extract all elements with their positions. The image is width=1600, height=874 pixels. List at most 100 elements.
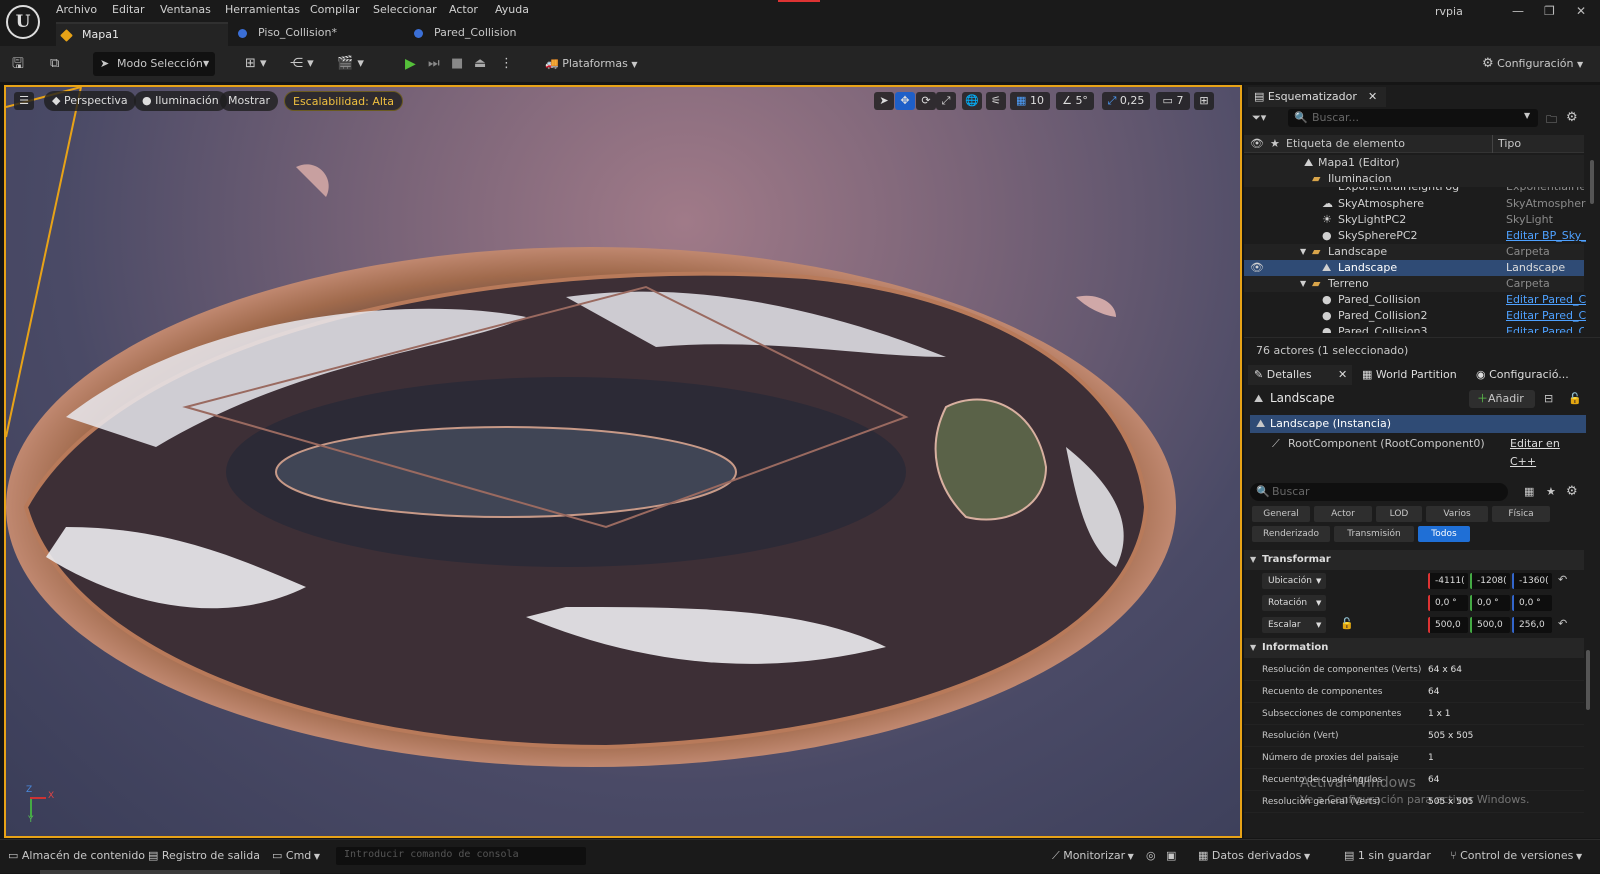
source-control-dropdown[interactable]: ⑂ Control de versiones ▼ [1450, 849, 1582, 862]
close-window-icon[interactable]: ✕ [1576, 4, 1586, 18]
viewport-layout-icon[interactable]: ⊞ [1194, 92, 1214, 110]
visibility-eye-icon[interactable]: 👁 [1250, 260, 1264, 276]
tab-pared-collision[interactable]: Pared_Collision [408, 22, 580, 46]
platforms-dropdown[interactable]: 🚚 Plataformas ▼ [545, 52, 637, 76]
outliner-search-input[interactable]: 🔍 Buscar... ▼ [1288, 109, 1538, 127]
information-section-header[interactable]: ▼ Information [1244, 638, 1584, 658]
cinematics-icon[interactable]: 🎬 ▾ [337, 52, 364, 76]
save-icon[interactable]: 🖫 [12, 52, 24, 76]
edit-cpp-link[interactable]: Editar en C++ [1510, 435, 1586, 471]
lock-icon[interactable]: 🔓 [1568, 392, 1582, 405]
level-viewport[interactable]: ☰ ◆ Perspectiva ● Iluminación Mostrar Es… [4, 85, 1242, 838]
scale-x-field[interactable]: 500,0 [1428, 617, 1468, 633]
details-scrollbar[interactable] [1586, 650, 1590, 710]
tree-type-link[interactable]: Editar Pared_Col [1506, 308, 1586, 324]
more-options-icon[interactable]: ⋮ [500, 52, 513, 76]
maximize-icon[interactable]: ❐ [1544, 4, 1555, 18]
outliner-scrollbar[interactable] [1590, 160, 1594, 204]
gear-icon[interactable]: ⚙ [1566, 110, 1578, 125]
close-tab-icon[interactable]: ✕ [1368, 87, 1377, 107]
menu-archivo[interactable]: Archivo [56, 3, 97, 16]
mode-select-dropdown[interactable]: ➤ Modo Selección ▼ [93, 52, 215, 76]
tree-type-link[interactable]: Editar Pared_Col [1506, 324, 1584, 333]
filter-fisica[interactable]: Física [1492, 506, 1550, 522]
world-space-icon[interactable]: 🌐 [962, 92, 982, 110]
location-y-field[interactable]: -1208( [1470, 573, 1510, 589]
tree-row-actor[interactable]: ● Pared_Collision Editar Pared_Col [1244, 292, 1586, 308]
rotation-y-field[interactable]: 0,0 ° [1470, 595, 1510, 611]
scale-tool-icon[interactable]: ⤢ [936, 92, 956, 110]
filter-lod[interactable]: LOD [1376, 506, 1422, 522]
content-browse-icon[interactable]: ⧉ [50, 52, 59, 76]
eject-icon[interactable]: ⏏ [474, 52, 486, 76]
expand-arrow-icon[interactable]: ▼ [1300, 276, 1306, 292]
cmd-dropdown[interactable]: ▭ Cmd ▼ [272, 849, 320, 862]
tree-row-actor[interactable]: ● Pared_Collision2 Editar Pared_Col [1244, 308, 1586, 324]
filter-actor[interactable]: Actor [1314, 506, 1372, 522]
scale-dropdown[interactable]: Escalar ▼ [1262, 617, 1326, 633]
menu-compilar[interactable]: Compilar [310, 3, 359, 16]
rotate-tool-icon[interactable]: ⟳ [916, 92, 936, 110]
minimize-icon[interactable]: — [1512, 4, 1524, 18]
tree-row-actor[interactable]: ● SkySpherePC2 Editar BP_Sky_S [1244, 228, 1586, 244]
menu-ayuda[interactable]: Ayuda [495, 3, 529, 16]
camera-speed-button[interactable]: ▭ 7 [1156, 92, 1190, 110]
tree-row-folder[interactable]: ▼ ▰ Terreno Carpeta [1244, 276, 1584, 292]
scalability-warning[interactable]: Escalabilidad: Alta [284, 91, 403, 111]
expand-arrow-icon[interactable]: ▼ [1300, 244, 1306, 260]
monitor-dropdown[interactable]: ⟋ Monitorizar ▼ [1052, 849, 1134, 863]
reset-icon[interactable]: ↶ [1558, 573, 1567, 586]
console-command-input[interactable]: Introducir comando de consola [336, 847, 586, 865]
filter-todos[interactable]: Todos [1418, 526, 1470, 542]
rotation-dropdown[interactable]: Rotación ▼ [1262, 595, 1326, 611]
tree-type-link[interactable]: Editar Pared_Col [1506, 292, 1586, 308]
translate-tool-icon[interactable]: ✥ [895, 92, 915, 110]
screenshot-icon[interactable]: ▣ [1166, 849, 1176, 862]
col-label-header[interactable]: Etiqueta de elemento [1286, 137, 1405, 150]
tree-type-link[interactable]: Editar BP_Sky_S [1506, 228, 1586, 244]
rotation-x-field[interactable]: 0,0 ° [1428, 595, 1468, 611]
stop-icon[interactable]: ■ [451, 52, 463, 76]
filter-renderizado[interactable]: Renderizado [1252, 526, 1330, 542]
settings-dropdown[interactable]: ⚙ Configuración ▼ [1482, 52, 1583, 76]
gear-icon[interactable]: ⚙ [1566, 484, 1578, 499]
reset-icon[interactable]: ↶ [1558, 617, 1567, 630]
output-log-button[interactable]: ▤ Registro de salida [148, 849, 260, 862]
tree-row-folder[interactable]: ▰ Iluminacion [1244, 171, 1584, 187]
grid-snap-toggle[interactable]: ▦ 10 [1010, 92, 1050, 110]
blueprint-menu-icon[interactable]: ⋲ ▾ [290, 52, 314, 76]
scale-z-field[interactable]: 256,0 [1512, 617, 1552, 633]
filter-transmision[interactable]: Transmisión [1334, 526, 1414, 542]
add-component-button[interactable]: ＋Añadir [1469, 390, 1535, 408]
tree-row-actor[interactable]: ☀ SkyLightPC2 SkyLight [1244, 212, 1584, 228]
tree-row-actor[interactable]: ☁ SkyAtmosphere SkyAtmosphere [1244, 196, 1586, 212]
root-component-row[interactable]: ⟋ RootComponent (RootComponent0) Editar … [1250, 435, 1586, 468]
rotation-z-field[interactable]: 0,0 ° [1512, 595, 1552, 611]
select-tool-icon[interactable]: ➤ [874, 92, 894, 110]
transform-section-header[interactable]: ▼ Transformar [1244, 550, 1584, 570]
surface-snap-icon[interactable]: ⚟ [986, 92, 1006, 110]
filter-icon[interactable]: ⏷▾ [1252, 111, 1266, 125]
rotation-snap-toggle[interactable]: ∠ 5° [1056, 92, 1094, 110]
tree-row-landscape-selected[interactable]: 👁 ⛰ Landscape Landscape [1244, 260, 1584, 276]
location-z-field[interactable]: -1360( [1512, 573, 1552, 589]
scale-snap-toggle[interactable]: ⤢ 0,25 [1102, 92, 1150, 110]
table-view-icon[interactable]: ▦ [1524, 485, 1534, 498]
tab-details[interactable]: ✎ Detalles ✕ [1248, 365, 1352, 385]
perspective-dropdown[interactable]: ◆ Perspectiva [44, 91, 136, 111]
tree-row-actor[interactable]: ● Pared_Collision3 Editar Pared_Col [1244, 324, 1584, 333]
filter-general[interactable]: General [1252, 506, 1310, 522]
menu-ventanas[interactable]: Ventanas [160, 3, 211, 16]
unsaved-button[interactable]: ▤ 1 sin guardar [1344, 849, 1431, 862]
add-actor-icon[interactable]: ⊞ ▾ [245, 52, 267, 76]
tab-mapa1[interactable]: Mapa1 [56, 22, 228, 46]
favorites-icon[interactable]: ★ [1546, 485, 1556, 498]
viewport-menu-icon[interactable]: ☰ [14, 92, 34, 110]
details-search-input[interactable]: 🔍 Buscar [1250, 483, 1508, 501]
location-dropdown[interactable]: Ubicación ▼ [1262, 573, 1326, 589]
tab-world-partition[interactable]: ▦ World Partition [1362, 365, 1457, 385]
tree-row-actor[interactable]: ExponentialHeightFog ExponentialHeightFo… [1244, 187, 1584, 195]
derived-data-dropdown[interactable]: ▦ Datos derivados ▼ [1198, 849, 1310, 862]
location-x-field[interactable]: -4111( [1428, 573, 1468, 589]
scale-lock-icon[interactable]: 🔓 [1340, 617, 1354, 630]
